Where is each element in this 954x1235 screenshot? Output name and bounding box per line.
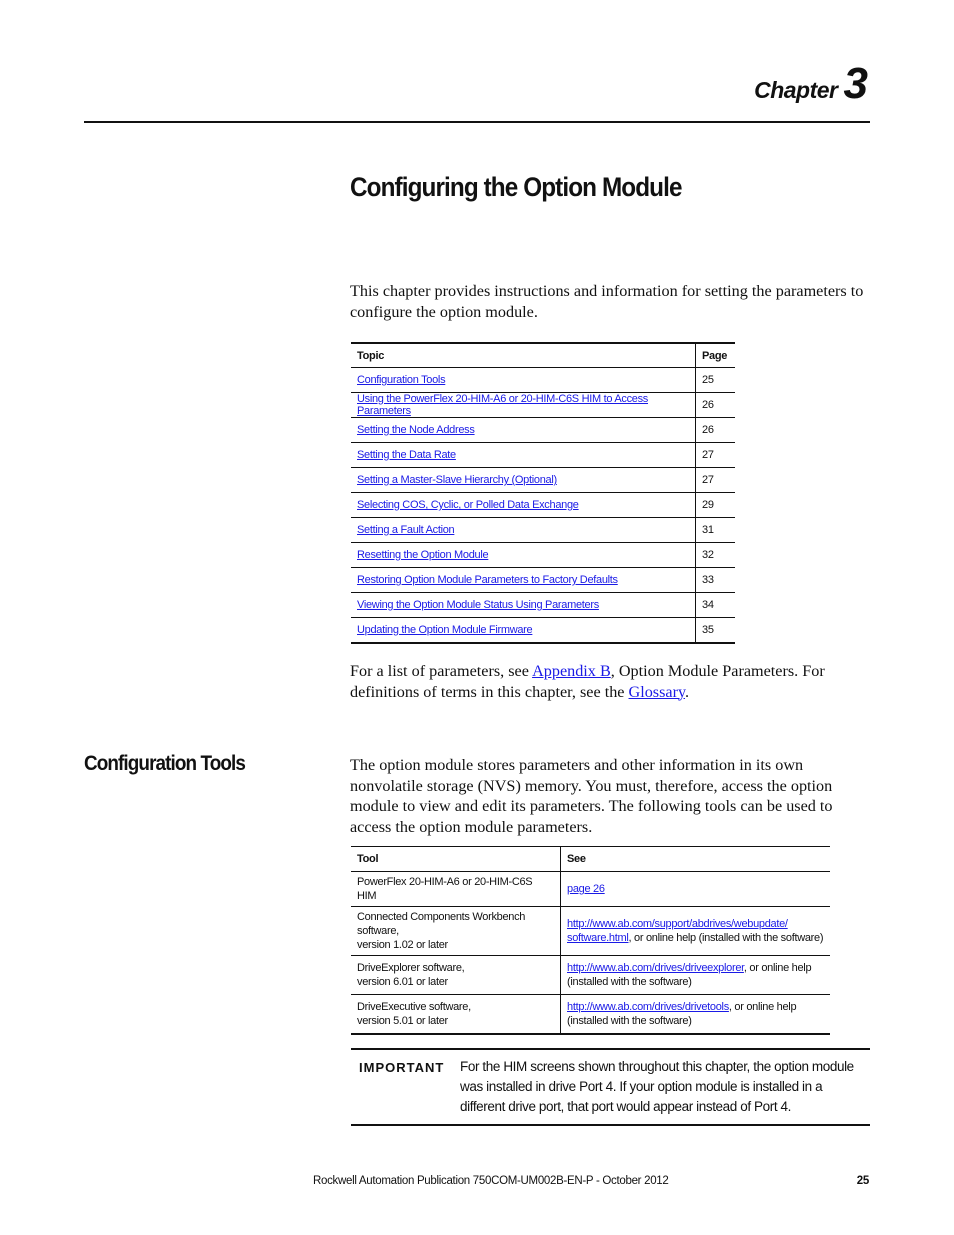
table-row: DriveExecutive software, version 5.01 or … bbox=[351, 994, 830, 1034]
tool-see: http://www.ab.com/drives/driveexplorer, … bbox=[560, 955, 830, 995]
table-row: Viewing the Option Module Status Using P… bbox=[351, 592, 735, 618]
references-text: For a list of parameters, see bbox=[350, 662, 533, 680]
table-row: Restoring Option Module Parameters to Fa… bbox=[351, 567, 735, 593]
tool-see: http://www.ab.com/support/abdrives/webup… bbox=[560, 906, 830, 956]
page-column-header: Page bbox=[695, 343, 735, 368]
tool-name: PowerFlex 20-HIM-A6 or 20-HIM-C6S HIM bbox=[351, 871, 561, 907]
chapter-word: Chapter bbox=[754, 77, 838, 103]
topic-page: 35 bbox=[695, 617, 735, 643]
tool-see: http://www.ab.com/drives/drivetools, or … bbox=[560, 994, 830, 1034]
chapter-number: 3 bbox=[843, 59, 868, 108]
topic-page: 25 bbox=[695, 367, 735, 393]
topics-table-header: Topic Page bbox=[351, 343, 735, 368]
tools-table: Tool See PowerFlex 20-HIM-A6 or 20-HIM-C… bbox=[351, 846, 830, 1035]
topics-table: Topic Page Configuration Tools 25 Using t… bbox=[351, 342, 735, 644]
intro-paragraph: This chapter provides instructions and i… bbox=[350, 282, 864, 321]
topic-link[interactable]: Updating the Option Module Firmware bbox=[357, 624, 533, 636]
tool-name: DriveExplorer software, version 6.01 or l… bbox=[351, 955, 561, 995]
chapter-label: Chapter 3 bbox=[754, 62, 868, 106]
table-row: PowerFlex 20-HIM-A6 or 20-HIM-C6S HIM pa… bbox=[351, 871, 830, 907]
section-heading: Configuration Tools bbox=[84, 752, 246, 775]
topic-link[interactable]: Setting a Fault Action bbox=[357, 524, 455, 536]
important-note: IMPORTANT For the HIM screens shown thro… bbox=[351, 1048, 870, 1126]
important-text: For the HIM screens shown throughout thi… bbox=[460, 1059, 854, 1114]
table-row: Setting a Fault Action 31 bbox=[351, 517, 735, 543]
table-row: Configuration Tools 25 bbox=[351, 367, 735, 393]
webupdate-link-cont[interactable]: software.html bbox=[567, 932, 629, 944]
topic-page: 32 bbox=[695, 542, 735, 568]
topic-link[interactable]: Configuration Tools bbox=[357, 374, 446, 386]
glossary-link[interactable]: Glossary bbox=[629, 683, 686, 701]
table-row: DriveExplorer software, version 6.01 or l… bbox=[351, 955, 830, 995]
appendix-b-link[interactable]: Appendix B bbox=[532, 662, 611, 680]
topic-link[interactable]: Setting the Data Rate bbox=[357, 449, 456, 461]
tool-see: page 26 bbox=[560, 871, 830, 907]
table-row: Setting a Master-Slave Hierarchy (Option… bbox=[351, 467, 735, 493]
topic-link[interactable]: Selecting COS, Cyclic, or Polled Data Ex… bbox=[357, 499, 579, 511]
topic-page: 27 bbox=[695, 442, 735, 468]
topic-page: 29 bbox=[695, 492, 735, 518]
tool-name: DriveExecutive software, version 5.01 or … bbox=[357, 1001, 471, 1027]
topic-page: 34 bbox=[695, 592, 735, 618]
driveexplorer-link[interactable]: http://www.ab.com/drives/driveexplorer bbox=[567, 962, 744, 974]
references-text: . bbox=[685, 682, 690, 701]
table-row: Using the PowerFlex 20-HIM-A6 or 20-HIM-… bbox=[351, 392, 735, 418]
chapter-rule-divider bbox=[84, 121, 870, 123]
topic-link[interactable]: Using the PowerFlex 20-HIM-A6 or 20-HIM-… bbox=[357, 393, 648, 417]
topic-page: 26 bbox=[695, 417, 735, 443]
topic-link[interactable]: Viewing the Option Module Status Using P… bbox=[357, 599, 599, 611]
section-paragraph: The option module stores parameters and … bbox=[350, 756, 833, 836]
page-26-link[interactable]: page 26 bbox=[567, 883, 605, 895]
topic-link[interactable]: Resetting the Option Module bbox=[357, 549, 489, 561]
table-row: Setting the Data Rate 27 bbox=[351, 442, 735, 468]
topic-link[interactable]: Setting the Node Address bbox=[357, 424, 475, 436]
table-row: Setting the Node Address 26 bbox=[351, 417, 735, 443]
page-number: 25 bbox=[856, 1175, 870, 1187]
topic-page: 33 bbox=[695, 567, 735, 593]
topic-link[interactable]: Restoring Option Module Parameters to Fa… bbox=[357, 574, 618, 586]
webupdate-link[interactable]: http://www.ab.com/support/abdrives/webup… bbox=[567, 918, 788, 930]
references-paragraph: For a list of parameters, see Appendix B… bbox=[350, 661, 870, 702]
see-column-header: See bbox=[560, 846, 830, 872]
table-row: Selecting COS, Cyclic, or Polled Data Ex… bbox=[351, 492, 735, 518]
page-title: Configuring the Option Module bbox=[350, 172, 682, 202]
topic-link[interactable]: Setting a Master-Slave Hierarchy (Option… bbox=[357, 474, 557, 486]
table-row: Resetting the Option Module 32 bbox=[351, 542, 735, 568]
tool-name: Connected Components Workbench software,… bbox=[351, 906, 561, 956]
drivetools-link[interactable]: http://www.ab.com/drives/drivetools bbox=[567, 1001, 729, 1013]
topic-page: 31 bbox=[695, 517, 735, 543]
publication-info: Rockwell Automation Publication 750COM-U… bbox=[313, 1175, 669, 1187]
tools-table-header: Tool See bbox=[351, 846, 830, 872]
topic-page: 26 bbox=[695, 392, 735, 418]
tool-column-header: Tool bbox=[351, 846, 561, 872]
table-row: Updating the Option Module Firmware 35 bbox=[351, 617, 735, 643]
topic-column-header: Topic bbox=[351, 343, 696, 368]
topic-page: 27 bbox=[695, 467, 735, 493]
important-label: IMPORTANT bbox=[359, 1060, 445, 1075]
table-row: Connected Components Workbench software,… bbox=[351, 906, 830, 956]
